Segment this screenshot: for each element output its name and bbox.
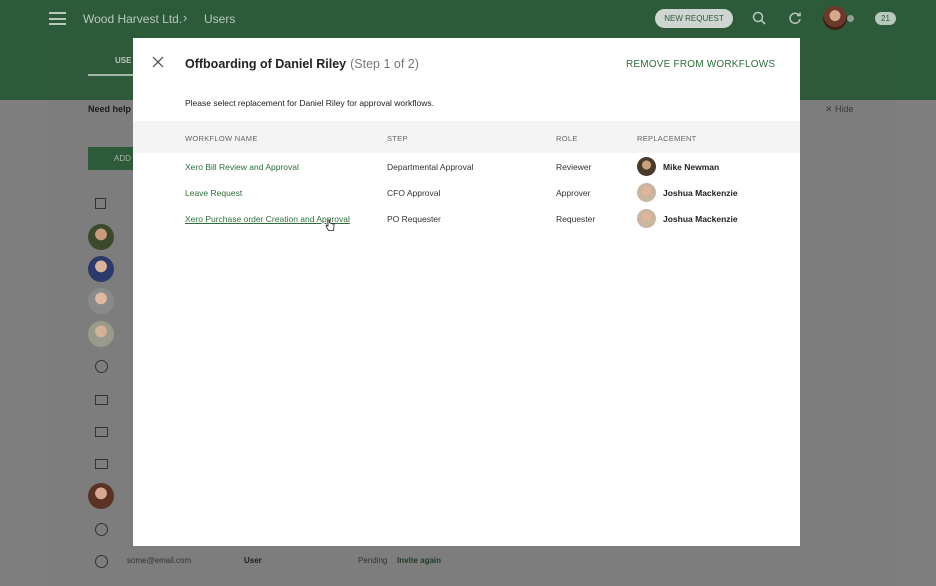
replacement-name: Joshua Mackenzie (663, 214, 738, 224)
mail-icon (95, 395, 108, 405)
step-cell: CFO Approval (387, 188, 441, 198)
chevron-right-icon: › (183, 10, 188, 25)
table-row: Xero Purchase order Creation and Approva… (133, 206, 800, 232)
avatar (88, 256, 114, 282)
tab-users[interactable]: USE (115, 56, 131, 65)
offboarding-modal: Offboarding of Daniel Riley (Step 1 of 2)… (133, 38, 800, 546)
step-indicator: (Step 1 of 2) (350, 57, 419, 71)
modal-title-text: Offboarding of Daniel Riley (185, 57, 347, 71)
role-cell: Requester (556, 214, 596, 224)
avatar (637, 183, 656, 202)
replacement-name: Joshua Mackenzie (663, 188, 738, 198)
avatar (88, 224, 114, 250)
notification-badge[interactable]: 21 (875, 12, 896, 25)
select-all-checkbox[interactable] (95, 198, 106, 209)
invite-again-link[interactable]: Invite again (397, 556, 441, 565)
clock-icon (95, 555, 108, 568)
breadcrumb-current: Users (204, 12, 236, 26)
avatar (88, 288, 114, 314)
mail-icon (95, 427, 108, 437)
new-request-button[interactable]: NEW REQUEST (655, 9, 733, 28)
avatar (88, 321, 114, 347)
avatar (637, 209, 656, 228)
role-cell: Reviewer (556, 162, 592, 172)
org-name[interactable]: Wood Harvest Ltd. (83, 12, 182, 26)
help-banner-text: Need help (88, 104, 132, 114)
remove-from-workflows-button[interactable]: REMOVE FROM WORKFLOWS (626, 59, 775, 70)
mail-icon (95, 459, 108, 469)
table-row: Leave Request CFO Approval Approver Josh… (133, 180, 800, 206)
clock-icon (95, 523, 108, 536)
hand-cursor-icon (325, 219, 335, 231)
clock-icon (95, 360, 108, 373)
user-role: User (244, 556, 262, 565)
table-row: Xero Bill Review and Approval Department… (133, 154, 800, 180)
refresh-icon[interactable] (788, 11, 802, 25)
modal-title: Offboarding of Daniel Riley (Step 1 of 2) (185, 57, 419, 71)
table-header: WORKFLOW NAME STEP ROLE REPLACEMENT (133, 121, 800, 153)
column-header-replacement: REPLACEMENT (637, 134, 697, 143)
user-status: Pending (358, 556, 388, 565)
instruction-text: Please select replacement for Daniel Ril… (185, 98, 434, 108)
column-header-step: STEP (387, 134, 408, 143)
avatar (88, 483, 114, 509)
chevron-down-icon[interactable] (847, 15, 854, 22)
column-header-workflow: WORKFLOW NAME (185, 134, 258, 143)
hide-link[interactable]: ✕ Hide (825, 104, 854, 115)
user-email: some@email.com (127, 556, 192, 565)
app-toolbar: Wood Harvest Ltd. › Users NEW REQUEST 21 (0, 0, 936, 38)
workflow-link[interactable]: Xero Bill Review and Approval (185, 162, 299, 172)
menu-icon[interactable] (49, 12, 66, 25)
role-cell: Approver (556, 188, 591, 198)
user-avatar[interactable] (823, 6, 847, 30)
list-item[interactable]: some@email.com User Pending Invite again (88, 549, 488, 577)
column-header-role: ROLE (556, 134, 578, 143)
avatar (637, 157, 656, 176)
search-icon[interactable] (752, 11, 766, 25)
replacement-name: Mike Newman (663, 162, 720, 172)
add-user-button[interactable]: ADD (88, 147, 138, 170)
step-cell: PO Requester (387, 214, 441, 224)
hide-label: Hide (835, 104, 854, 114)
step-cell: Departmental Approval (387, 162, 474, 172)
close-icon[interactable] (152, 56, 164, 68)
workflow-link[interactable]: Leave Request (185, 188, 242, 198)
